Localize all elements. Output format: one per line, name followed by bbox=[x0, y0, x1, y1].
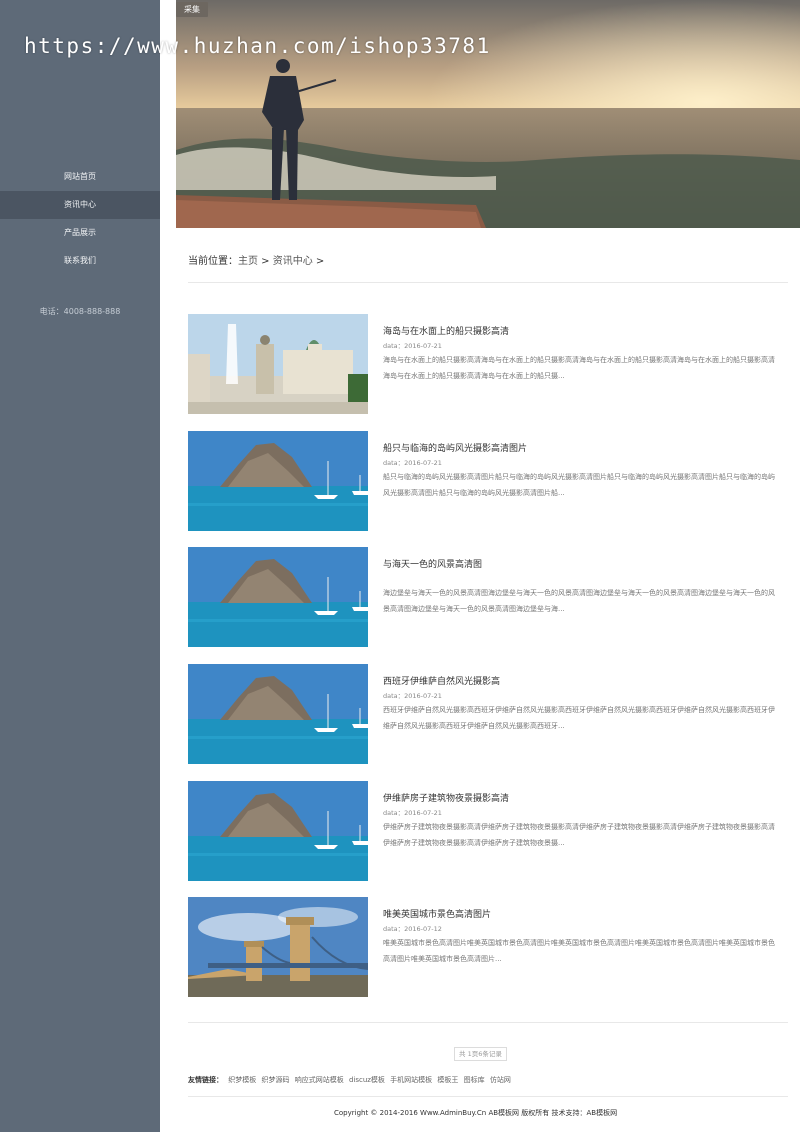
article-item: 唯美英国城市景色高清图片 data：2016-07-12 唯美英国城市景色高清图… bbox=[188, 897, 788, 997]
sidebar-nav: 网站首页 资讯中心 产品展示 联系我们 bbox=[0, 163, 160, 275]
article-thumbnail[interactable] bbox=[188, 431, 368, 531]
article-title[interactable]: 伊维萨房子建筑物夜景摄影高清 bbox=[383, 791, 509, 804]
sidebar: 网站首页 资讯中心 产品展示 联系我们 电话：4008-888-888 bbox=[0, 0, 160, 1132]
article-summary: 西班牙伊维萨自然风光摄影高西班牙伊维萨自然风光摄影高西班牙伊维萨自然风光摄影高西… bbox=[383, 706, 775, 730]
breadcrumb-current-link[interactable]: 资讯中心 bbox=[273, 256, 313, 267]
friend-link[interactable]: 模板王 bbox=[437, 1076, 458, 1084]
breadcrumb-separator: > bbox=[258, 256, 273, 267]
article-item: 伊维萨房子建筑物夜景摄影高清 data：2016-07-21 伊维萨房子建筑物夜… bbox=[188, 781, 788, 881]
article-title[interactable]: 唯美英国城市景色高清图片 bbox=[383, 907, 491, 920]
article-title[interactable]: 船只与临海的岛屿风光摄影高清图片 bbox=[383, 441, 527, 454]
banner-badge: 采集 bbox=[176, 2, 208, 17]
article-thumbnail[interactable] bbox=[188, 897, 368, 997]
sidebar-item-contact[interactable]: 联系我们 bbox=[0, 247, 160, 275]
watermark-text: https://www.huzhan.com/ishop33781 bbox=[24, 34, 491, 58]
friend-links: 友情链接： 织梦模板 织梦源码 响应式网站模板 discuz模板 手机网站模板 … bbox=[188, 1075, 514, 1085]
friend-links-label: 友情链接： bbox=[188, 1076, 223, 1084]
article-thumbnail[interactable] bbox=[188, 547, 368, 647]
article-date: data：2016-07-21 bbox=[383, 459, 442, 467]
article-date: data：2016-07-21 bbox=[383, 692, 442, 700]
breadcrumb-trail: > bbox=[312, 256, 325, 267]
friend-link[interactable]: 仿站网 bbox=[490, 1076, 511, 1084]
article-summary: 海岛与在水面上的船只摄影高清海岛与在水面上的船只摄影高清海岛与在水面上的船只摄影… bbox=[383, 356, 775, 380]
article-summary: 伊维萨房子建筑物夜景摄影高清伊维萨房子建筑物夜景摄影高清伊维萨房子建筑物夜景摄影… bbox=[383, 823, 775, 847]
article-item: 西班牙伊维萨自然风光摄影高 data：2016-07-21 西班牙伊维萨自然风光… bbox=[188, 664, 788, 764]
friend-link[interactable]: 图标库 bbox=[464, 1076, 485, 1084]
sidebar-item-products[interactable]: 产品展示 bbox=[0, 219, 160, 247]
article-date: data：2016-07-21 bbox=[383, 809, 442, 817]
friend-link[interactable]: discuz模板 bbox=[349, 1076, 385, 1084]
friend-link[interactable]: 手机网站模板 bbox=[390, 1076, 432, 1084]
footer-divider bbox=[188, 1096, 788, 1097]
article-date: data：2016-07-12 bbox=[383, 925, 442, 933]
friend-link[interactable]: 织梦源码 bbox=[261, 1076, 289, 1084]
article-thumbnail[interactable] bbox=[188, 314, 368, 414]
footer-copyright: Copyright © 2014-2016 Www.AdminBuy.Cn AB… bbox=[334, 1109, 618, 1117]
article-thumbnail[interactable] bbox=[188, 781, 368, 881]
friend-link[interactable]: 织梦模板 bbox=[228, 1076, 256, 1084]
breadcrumb-home-link[interactable]: 主页 bbox=[238, 256, 258, 267]
article-title[interactable]: 与海天一色的风景高清图 bbox=[383, 557, 482, 570]
article-item: 船只与临海的岛屿风光摄影高清图片 data：2016-07-21 船只与临海的岛… bbox=[188, 431, 788, 531]
breadcrumb-divider bbox=[188, 282, 788, 283]
article-date: data：2016-07-21 bbox=[383, 342, 442, 350]
friend-link[interactable]: 响应式网站模板 bbox=[295, 1076, 344, 1084]
breadcrumb: 当前位置：主页 > 资讯中心 > bbox=[188, 252, 324, 267]
article-item: 海岛与在水面上的船只摄影高清 data：2016-07-21 海岛与在水面上的船… bbox=[188, 314, 788, 414]
article-thumbnail[interactable] bbox=[188, 664, 368, 764]
article-summary: 唯美英国城市景色高清图片唯美英国城市景色高清图片唯美英国城市景色高清图片唯美英国… bbox=[383, 939, 775, 963]
article-title[interactable]: 西班牙伊维萨自然风光摄影高 bbox=[383, 674, 500, 687]
article-item: 与海天一色的风景高清图 海边堡垒与海天一色的风景高清图海边堡垒与海天一色的风景高… bbox=[188, 547, 788, 647]
article-summary: 海边堡垒与海天一色的风景高清图海边堡垒与海天一色的风景高清图海边堡垒与海天一色的… bbox=[383, 589, 775, 613]
article-summary: 船只与临海的岛屿风光摄影高清图片船只与临海的岛屿风光摄影高清图片船只与临海的岛屿… bbox=[383, 473, 775, 497]
sidebar-item-news[interactable]: 资讯中心 bbox=[0, 191, 160, 219]
sidebar-phone: 电话：4008-888-888 bbox=[39, 307, 121, 316]
breadcrumb-prefix: 当前位置： bbox=[188, 256, 238, 267]
pagination-info[interactable]: 共 1页6条记录 bbox=[454, 1047, 507, 1061]
list-divider bbox=[188, 1022, 788, 1023]
sidebar-item-home[interactable]: 网站首页 bbox=[0, 163, 160, 191]
article-title[interactable]: 海岛与在水面上的船只摄影高清 bbox=[383, 324, 509, 337]
